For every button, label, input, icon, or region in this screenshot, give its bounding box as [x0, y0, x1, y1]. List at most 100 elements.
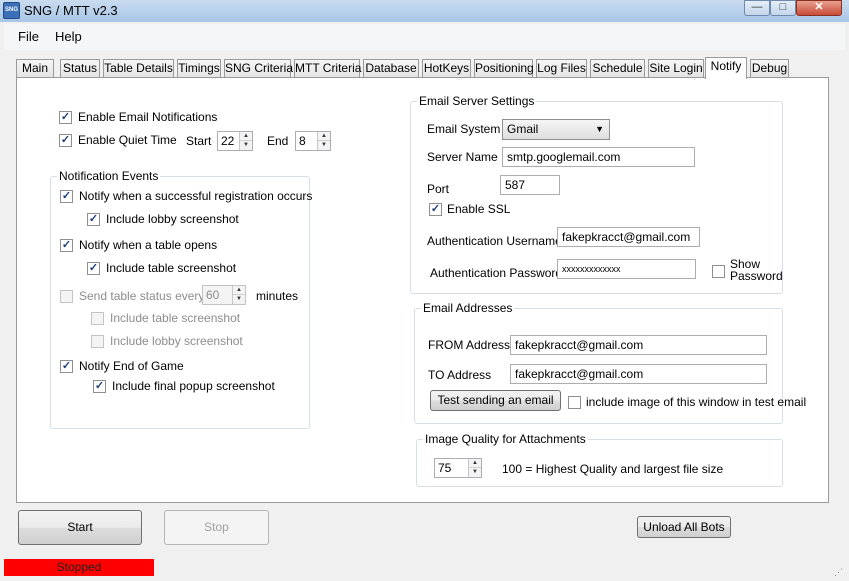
- tab-mtt-criteria[interactable]: MTT Criteria: [294, 59, 361, 78]
- table-status-checkbox[interactable]: [60, 290, 73, 303]
- notification-events-group: Notification Events ✓ Notify when a succ…: [50, 169, 313, 429]
- notification-events-title: Notification Events: [57, 169, 161, 183]
- app-icon: SNG: [3, 2, 20, 19]
- table-opens-screenshot-checkbox[interactable]: ✓: [87, 262, 100, 275]
- minimize-button[interactable]: —: [744, 0, 770, 16]
- maximize-button[interactable]: □: [770, 0, 796, 16]
- notify-tab-panel: ✓ Enable Email Notifications ✓ Enable Qu…: [16, 77, 829, 503]
- image-quality-stepper[interactable]: 75 ▲ ▼: [434, 458, 482, 478]
- menu-help[interactable]: Help: [55, 29, 82, 44]
- quiet-time-label: Enable Quiet Time: [78, 133, 177, 147]
- image-quality-value: 75: [438, 461, 452, 475]
- to-address-label: TO Address: [428, 368, 492, 382]
- show-password-label: Show Password: [730, 257, 783, 283]
- notify-end-game-label: Notify End of Game: [79, 359, 184, 373]
- unload-all-bots-button[interactable]: Unload All Bots: [637, 516, 731, 538]
- image-quality-group: Image Quality for Attachments 75 ▲ ▼ 100 …: [416, 432, 783, 487]
- quiet-start-label: Start: [186, 134, 212, 148]
- start-button[interactable]: Start: [18, 510, 142, 545]
- table-status-interval-value: 60: [206, 288, 220, 302]
- email-addresses-group: Email Addresses FROM Address fakepkracct…: [414, 301, 806, 424]
- port-label: Port: [427, 182, 450, 196]
- from-address-label: FROM Address: [428, 338, 511, 352]
- server-name-input[interactable]: smtp.googlemail.com: [502, 147, 695, 167]
- notify-end-game-checkbox[interactable]: ✓: [60, 360, 73, 373]
- auth-password-label: Authentication Password: [430, 266, 563, 280]
- email-system-select[interactable]: Gmail ▼: [502, 119, 610, 140]
- stop-button[interactable]: Stop: [164, 510, 269, 545]
- tab-schedule[interactable]: Schedule: [590, 59, 645, 78]
- email-system-label: Email System: [427, 122, 501, 136]
- email-server-settings-group: Email Server Settings Email System Gmail…: [410, 94, 783, 294]
- spin-up-icon[interactable]: ▲: [233, 286, 245, 295]
- auth-username-input[interactable]: fakepkracct@gmail.com: [557, 227, 700, 247]
- status-lobby-screenshot-label: Include lobby screenshot: [110, 334, 243, 348]
- port-input[interactable]: 587: [500, 175, 560, 195]
- table-status-interval-stepper[interactable]: 60 ▲ ▼: [202, 285, 246, 305]
- status-indicator: Stopped: [4, 559, 154, 576]
- image-quality-note: 100 = Highest Quality and largest file s…: [502, 462, 724, 476]
- email-system-value: Gmail: [507, 122, 539, 136]
- tab-positioning[interactable]: Positioning: [474, 59, 534, 78]
- resize-grip-icon[interactable]: ⋰: [834, 566, 846, 578]
- quiet-end-label: End: [267, 134, 289, 148]
- quiet-start-value: 22: [221, 134, 235, 148]
- status-table-screenshot-label: Include table screenshot: [110, 311, 241, 325]
- spin-down-icon[interactable]: ▼: [233, 295, 245, 304]
- notify-table-opens-label: Notify when a table opens: [79, 238, 218, 252]
- spin-up-icon[interactable]: ▲: [318, 132, 330, 141]
- table-opens-screenshot-label: Include table screenshot: [106, 261, 237, 275]
- notify-registration-checkbox[interactable]: ✓: [60, 190, 73, 203]
- registration-lobby-screenshot-checkbox[interactable]: ✓: [87, 213, 100, 226]
- status-table-screenshot-checkbox[interactable]: [91, 312, 104, 325]
- quiet-end-stepper[interactable]: 8 ▲ ▼: [295, 131, 331, 151]
- enable-email-label: Enable Email Notifications: [78, 110, 218, 124]
- include-window-image-label: include image of this window in test ema…: [586, 395, 807, 409]
- menu-bar: File Help: [4, 24, 845, 50]
- image-quality-title: Image Quality for Attachments: [423, 432, 588, 446]
- tab-sng-criteria[interactable]: SNG Criteria: [224, 59, 293, 78]
- spin-up-icon[interactable]: ▲: [240, 132, 252, 141]
- quiet-end-value: 8: [299, 134, 306, 148]
- server-name-label: Server Name: [427, 150, 498, 164]
- include-window-image-checkbox[interactable]: [568, 396, 581, 409]
- title-bar: SNG SNG / MTT v2.3 — □ ✕: [0, 0, 849, 22]
- auth-password-input[interactable]: xxxxxxxxxxxxx: [557, 259, 696, 279]
- status-lobby-screenshot-checkbox[interactable]: [91, 335, 104, 348]
- end-game-popup-screenshot-checkbox[interactable]: ✓: [93, 380, 106, 393]
- to-address-input[interactable]: fakepkracct@gmail.com: [510, 364, 767, 384]
- close-button[interactable]: ✕: [796, 0, 842, 16]
- table-status-unit: minutes: [256, 289, 299, 303]
- email-addresses-title: Email Addresses: [421, 301, 515, 315]
- tab-table-details[interactable]: Table Details: [103, 59, 174, 78]
- tab-notify[interactable]: Notify: [705, 57, 747, 79]
- tab-timings[interactable]: Timings: [177, 59, 221, 78]
- enable-ssl-label: Enable SSL: [447, 202, 511, 216]
- enable-email-checkbox[interactable]: ✓: [59, 111, 72, 124]
- tab-status[interactable]: Status: [60, 59, 100, 78]
- menu-file[interactable]: File: [18, 29, 39, 44]
- from-address-input[interactable]: fakepkracct@gmail.com: [510, 335, 767, 355]
- spin-down-icon[interactable]: ▼: [469, 468, 481, 477]
- test-send-email-button[interactable]: Test sending an email: [430, 390, 561, 411]
- notify-registration-label: Notify when a successful registration oc…: [79, 189, 313, 203]
- email-server-settings-title: Email Server Settings: [417, 94, 537, 108]
- spin-up-icon[interactable]: ▲: [469, 459, 481, 468]
- quiet-time-checkbox[interactable]: ✓: [59, 134, 72, 147]
- enable-ssl-checkbox[interactable]: ✓: [429, 203, 442, 216]
- show-password-checkbox[interactable]: [712, 265, 725, 278]
- tab-site-login[interactable]: Site Login: [648, 59, 704, 78]
- tab-debug[interactable]: Debug: [750, 59, 789, 78]
- tab-main[interactable]: Main: [16, 59, 54, 78]
- tab-hotkeys[interactable]: HotKeys: [422, 59, 471, 78]
- spin-down-icon[interactable]: ▼: [240, 141, 252, 150]
- notify-table-opens-checkbox[interactable]: ✓: [60, 239, 73, 252]
- end-game-popup-screenshot-label: Include final popup screenshot: [112, 379, 275, 393]
- window-title: SNG / MTT v2.3: [24, 3, 118, 18]
- tab-log-files[interactable]: Log Files: [536, 59, 587, 78]
- spin-down-icon[interactable]: ▼: [318, 141, 330, 150]
- tab-database[interactable]: Database: [363, 59, 419, 78]
- registration-lobby-screenshot-label: Include lobby screenshot: [106, 212, 239, 226]
- quiet-start-stepper[interactable]: 22 ▲ ▼: [217, 131, 253, 151]
- chevron-down-icon: ▼: [595, 124, 604, 134]
